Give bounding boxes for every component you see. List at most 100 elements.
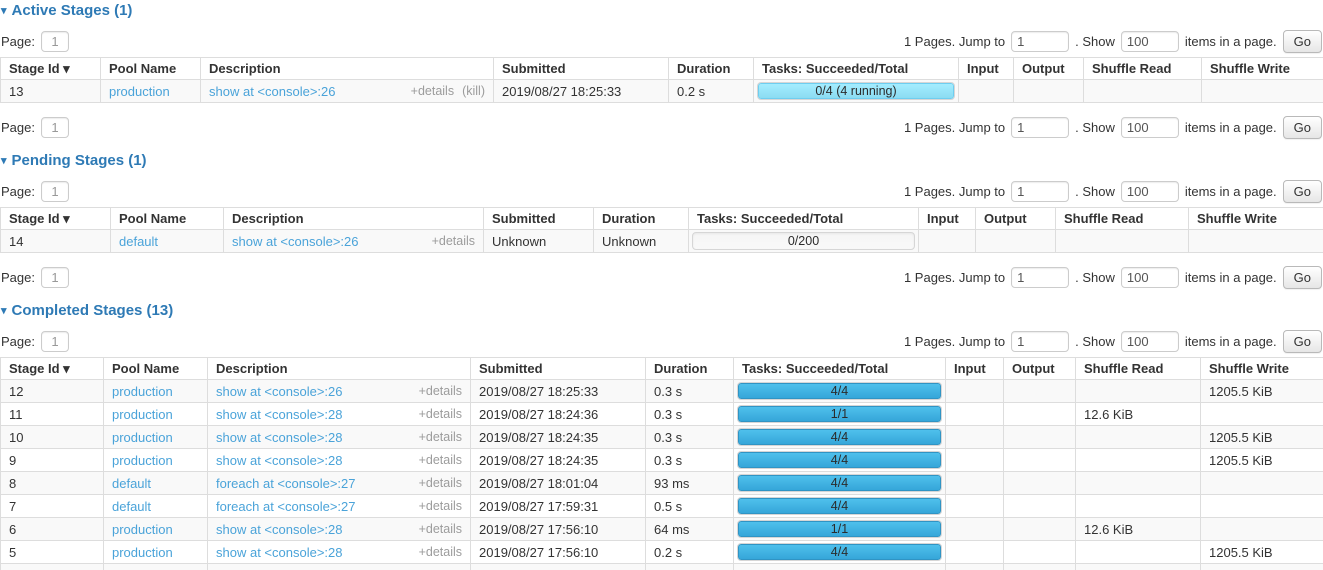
jump-to-input[interactable] bbox=[1011, 181, 1069, 202]
details-toggle[interactable]: +details bbox=[419, 522, 462, 536]
show-count-input[interactable] bbox=[1121, 267, 1179, 288]
description-link[interactable]: foreach at <console>:27 bbox=[216, 499, 356, 514]
column-header[interactable]: Shuffle Write bbox=[1201, 358, 1323, 380]
details-toggle[interactable]: +details bbox=[411, 84, 454, 98]
details-toggle[interactable]: +details bbox=[419, 499, 462, 513]
column-header[interactable]: Description bbox=[201, 58, 494, 80]
column-header[interactable]: Shuffle Read bbox=[1056, 208, 1189, 230]
show-count-input[interactable] bbox=[1121, 181, 1179, 202]
page-number-input[interactable] bbox=[41, 117, 69, 138]
details-toggle[interactable]: +details bbox=[419, 430, 462, 444]
jump-to-input[interactable] bbox=[1011, 267, 1069, 288]
column-header[interactable]: Duration bbox=[594, 208, 689, 230]
show-count-input[interactable] bbox=[1121, 117, 1179, 138]
pool-name-link[interactable]: default bbox=[112, 476, 151, 491]
show-count-input[interactable] bbox=[1121, 331, 1179, 352]
column-header[interactable]: Input bbox=[959, 58, 1014, 80]
go-button[interactable]: Go bbox=[1283, 180, 1322, 203]
empty-cell bbox=[646, 564, 734, 570]
column-header[interactable]: Output bbox=[1004, 358, 1076, 380]
pool-name-link[interactable]: production bbox=[112, 453, 173, 468]
column-header[interactable]: Pool Name bbox=[111, 208, 224, 230]
pool-name-link[interactable]: default bbox=[119, 234, 158, 249]
column-header[interactable]: Description bbox=[208, 358, 471, 380]
stage-id-cell: 6 bbox=[1, 518, 104, 541]
page-number-input[interactable] bbox=[41, 331, 69, 352]
description-link[interactable]: show at <console>:28 bbox=[216, 407, 342, 422]
go-button[interactable]: Go bbox=[1283, 116, 1322, 139]
section-title[interactable]: ▾Active Stages (1) bbox=[1, 2, 1323, 20]
pool-name-link[interactable]: production bbox=[112, 522, 173, 537]
pool-name-link[interactable]: production bbox=[112, 545, 173, 560]
jump-to-input[interactable] bbox=[1011, 331, 1069, 352]
description-link[interactable]: show at <console>:28 bbox=[216, 545, 342, 560]
description-link[interactable]: show at <console>:28 bbox=[216, 453, 342, 468]
pool-name-link[interactable]: production bbox=[109, 84, 170, 99]
go-button[interactable]: Go bbox=[1283, 330, 1322, 353]
section-title-text: Completed Stages (13) bbox=[12, 302, 174, 319]
column-header[interactable]: Input bbox=[946, 358, 1004, 380]
submitted-cell: 2019/08/27 17:59:31 bbox=[471, 495, 646, 518]
details-toggle[interactable]: +details bbox=[419, 545, 462, 559]
pool-name-link[interactable]: default bbox=[112, 499, 151, 514]
pool-name-link[interactable]: production bbox=[112, 407, 173, 422]
column-header[interactable]: Submitted bbox=[471, 358, 646, 380]
column-header[interactable]: Shuffle Read bbox=[1084, 58, 1202, 80]
column-header[interactable]: Output bbox=[1014, 58, 1084, 80]
show-label: . Show bbox=[1075, 184, 1115, 199]
column-header[interactable]: Tasks: Succeeded/Total bbox=[689, 208, 919, 230]
description-wrap: show at <console>:28 +details bbox=[216, 453, 462, 468]
jump-to-input[interactable] bbox=[1011, 117, 1069, 138]
details-toggle[interactable]: +details bbox=[419, 453, 462, 467]
column-header[interactable]: Shuffle Read bbox=[1076, 358, 1201, 380]
show-label: . Show bbox=[1075, 120, 1115, 135]
column-header[interactable]: Stage Id ▾ bbox=[1, 58, 101, 80]
description-link[interactable]: show at <console>:26 bbox=[209, 84, 335, 99]
column-header[interactable]: Shuffle Write bbox=[1189, 208, 1323, 230]
details-toggle[interactable]: +details bbox=[419, 407, 462, 421]
column-header[interactable]: Submitted bbox=[494, 58, 669, 80]
pool-name-cell: production bbox=[101, 80, 201, 103]
go-button[interactable]: Go bbox=[1283, 266, 1322, 289]
section-title[interactable]: ▾Pending Stages (1) bbox=[1, 152, 1323, 170]
page-number-input[interactable] bbox=[41, 267, 69, 288]
column-header[interactable]: Tasks: Succeeded/Total bbox=[754, 58, 959, 80]
table-row: 7defaultforeach at <console>:27+details2… bbox=[1, 495, 1323, 518]
kill-link[interactable]: (kill) bbox=[462, 84, 485, 98]
column-header[interactable]: Submitted bbox=[484, 208, 594, 230]
column-header[interactable]: Duration bbox=[669, 58, 754, 80]
column-header[interactable]: Pool Name bbox=[104, 358, 208, 380]
page-control: Page: bbox=[1, 331, 69, 352]
task-progress: 0/4 (4 running) bbox=[757, 82, 955, 100]
column-header[interactable]: Tasks: Succeeded/Total bbox=[734, 358, 946, 380]
page-number-input[interactable] bbox=[41, 181, 69, 202]
column-header[interactable]: Duration bbox=[646, 358, 734, 380]
output-cell bbox=[1014, 80, 1084, 103]
pool-name-link[interactable]: production bbox=[112, 430, 173, 445]
column-header[interactable]: Stage Id ▾ bbox=[1, 208, 111, 230]
description-link[interactable]: foreach at <console>:27 bbox=[216, 476, 356, 491]
column-header[interactable]: Stage Id ▾ bbox=[1, 358, 104, 380]
details-toggle[interactable]: +details bbox=[419, 384, 462, 398]
task-progress: 4/4 bbox=[737, 497, 942, 515]
column-header[interactable]: Output bbox=[976, 208, 1056, 230]
show-count-input[interactable] bbox=[1121, 31, 1179, 52]
details-toggle[interactable]: +details bbox=[419, 476, 462, 490]
description-link[interactable]: show at <console>:28 bbox=[216, 522, 342, 537]
description-link[interactable]: show at <console>:28 bbox=[216, 430, 342, 445]
go-button[interactable]: Go bbox=[1283, 30, 1322, 53]
jump-to-input[interactable] bbox=[1011, 31, 1069, 52]
pool-name-link[interactable]: production bbox=[112, 384, 173, 399]
section-title[interactable]: ▾Completed Stages (13) bbox=[1, 302, 1323, 320]
shuffle-write-cell bbox=[1189, 230, 1323, 253]
description-link[interactable]: show at <console>:26 bbox=[216, 384, 342, 399]
column-header[interactable]: Input bbox=[919, 208, 976, 230]
page-number-input[interactable] bbox=[41, 31, 69, 52]
column-header[interactable]: Shuffle Write bbox=[1202, 58, 1323, 80]
page-control: Page: bbox=[1, 31, 69, 52]
column-header[interactable]: Description bbox=[224, 208, 484, 230]
description-link[interactable]: show at <console>:26 bbox=[232, 234, 358, 249]
empty-cell bbox=[208, 564, 471, 570]
details-toggle[interactable]: +details bbox=[432, 234, 475, 248]
column-header[interactable]: Pool Name bbox=[101, 58, 201, 80]
